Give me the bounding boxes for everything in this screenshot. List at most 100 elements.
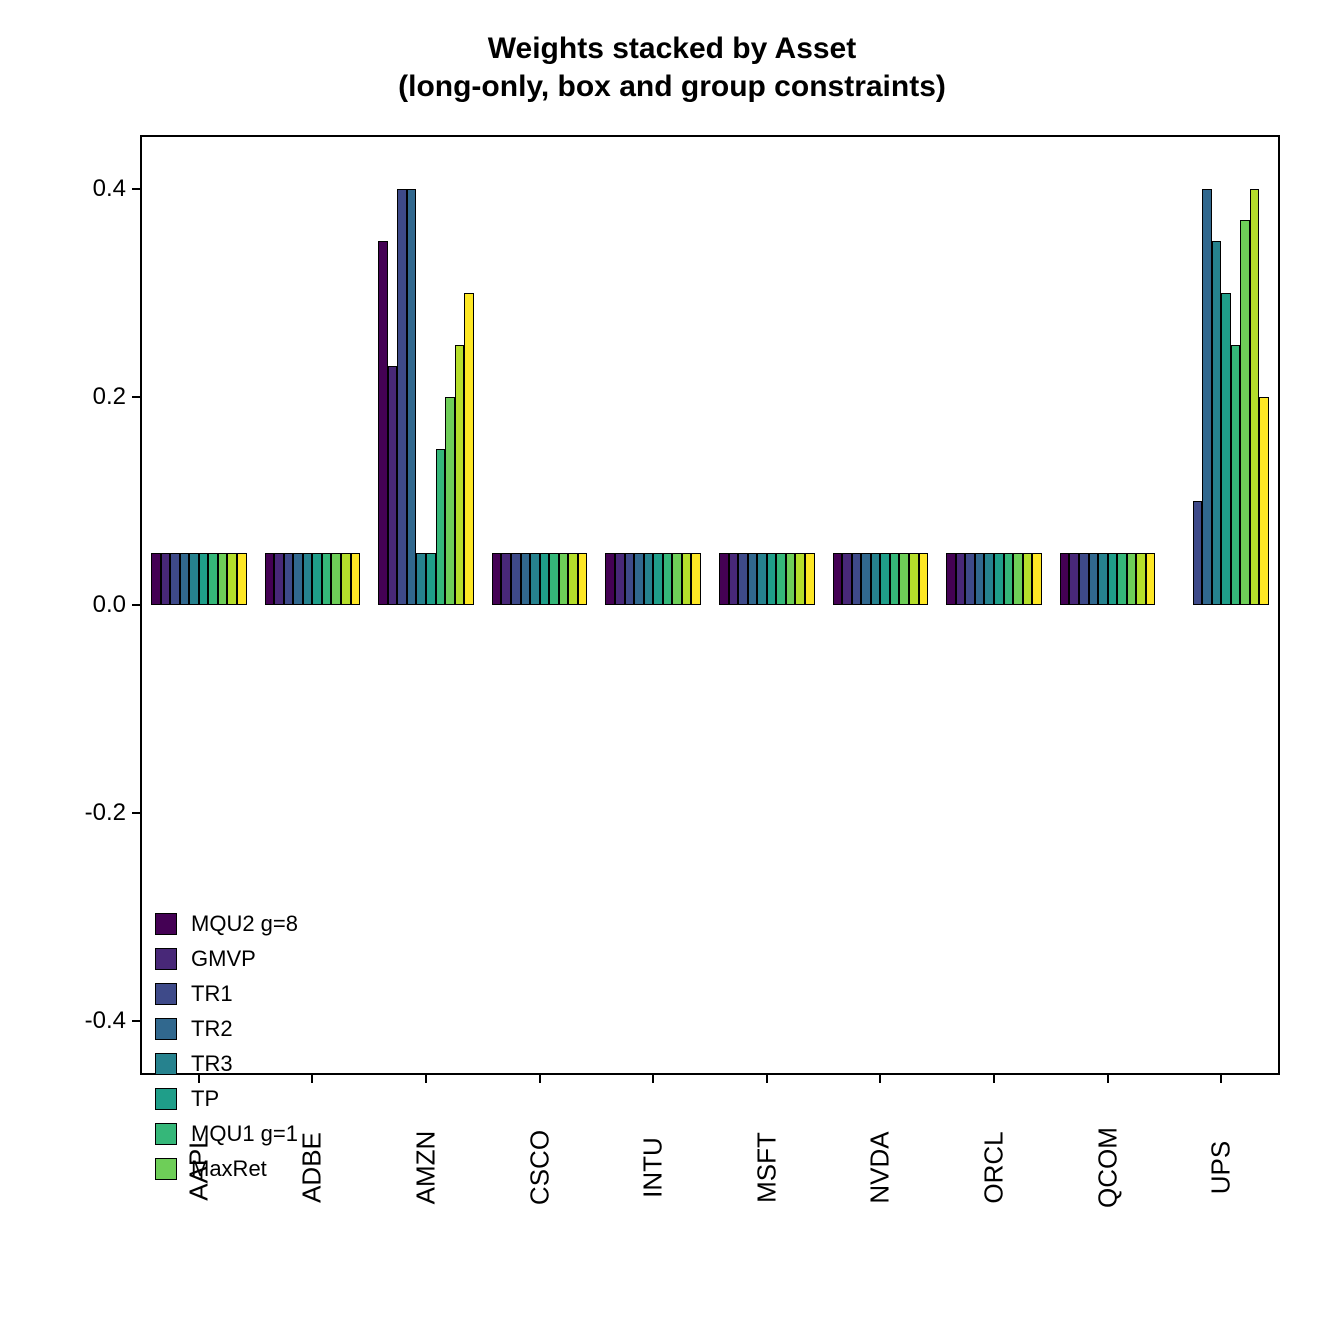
bar bbox=[691, 553, 701, 605]
bar bbox=[1098, 553, 1108, 605]
bar bbox=[331, 553, 341, 605]
legend-label: MQU2 g=8 bbox=[191, 911, 298, 937]
bar bbox=[540, 553, 550, 605]
bar bbox=[1146, 553, 1156, 605]
bar bbox=[1060, 553, 1070, 605]
bar bbox=[738, 553, 748, 605]
bar bbox=[284, 553, 294, 605]
bar bbox=[672, 553, 682, 605]
x-tick bbox=[879, 1073, 881, 1083]
bar bbox=[880, 553, 890, 605]
legend-item: MQU1 g=1 bbox=[155, 1119, 298, 1149]
bar bbox=[682, 553, 692, 605]
bar bbox=[1259, 397, 1269, 605]
bar bbox=[615, 553, 625, 605]
bar bbox=[578, 553, 588, 605]
legend-item: TR1 bbox=[155, 979, 298, 1009]
bar bbox=[436, 449, 446, 605]
legend-swatch bbox=[155, 983, 177, 1005]
bar bbox=[786, 553, 796, 605]
x-tick bbox=[993, 1073, 995, 1083]
bar bbox=[919, 553, 929, 605]
bar bbox=[1023, 553, 1033, 605]
x-tick-label: NVDA bbox=[865, 1131, 896, 1203]
bar bbox=[511, 553, 521, 605]
legend-swatch bbox=[155, 1053, 177, 1075]
y-tick bbox=[132, 396, 142, 398]
bar bbox=[861, 553, 871, 605]
bar bbox=[1221, 293, 1231, 605]
bar bbox=[653, 553, 663, 605]
bar bbox=[208, 553, 218, 605]
bar bbox=[1231, 345, 1241, 605]
bar bbox=[237, 553, 247, 605]
legend-swatch bbox=[155, 1018, 177, 1040]
legend-swatch bbox=[155, 948, 177, 970]
x-tick-label: QCOM bbox=[1092, 1127, 1123, 1208]
bar bbox=[445, 397, 455, 605]
bar bbox=[303, 553, 313, 605]
bar bbox=[634, 553, 644, 605]
bar bbox=[199, 553, 209, 605]
bar bbox=[568, 553, 578, 605]
bar bbox=[464, 293, 474, 605]
bar bbox=[871, 553, 881, 605]
bar bbox=[719, 553, 729, 605]
x-tick bbox=[539, 1073, 541, 1083]
bar bbox=[805, 553, 815, 605]
bar bbox=[890, 553, 900, 605]
bar bbox=[397, 189, 407, 605]
bar bbox=[170, 553, 180, 605]
bar bbox=[388, 366, 398, 605]
bar bbox=[1108, 553, 1118, 605]
bar bbox=[341, 553, 351, 605]
bar bbox=[748, 553, 758, 605]
bar bbox=[227, 553, 237, 605]
x-tick-label: AMZN bbox=[411, 1131, 442, 1205]
y-tick-label: -0.2 bbox=[82, 799, 126, 827]
bar bbox=[984, 553, 994, 605]
bar bbox=[530, 553, 540, 605]
plot-area: -0.4-0.20.00.20.4AAPLADBEAMZNCSCOINTUMSF… bbox=[140, 135, 1280, 1075]
y-tick bbox=[132, 604, 142, 606]
x-tick-label: CSCO bbox=[524, 1130, 555, 1205]
bar bbox=[663, 553, 673, 605]
y-tick bbox=[132, 188, 142, 190]
legend-label: TR1 bbox=[191, 981, 233, 1007]
legend-item: TR2 bbox=[155, 1014, 298, 1044]
bar bbox=[521, 553, 531, 605]
bar bbox=[189, 553, 199, 605]
bar bbox=[729, 553, 739, 605]
bar bbox=[956, 553, 966, 605]
y-tick-label: -0.4 bbox=[82, 1007, 126, 1035]
bar bbox=[909, 553, 919, 605]
bar bbox=[1089, 553, 1099, 605]
bar bbox=[1117, 553, 1127, 605]
y-tick bbox=[132, 812, 142, 814]
bar bbox=[312, 553, 322, 605]
x-tick bbox=[1107, 1073, 1109, 1083]
bar bbox=[492, 553, 502, 605]
legend-label: GMVP bbox=[191, 946, 256, 972]
bar bbox=[605, 553, 615, 605]
legend-item: TR3 bbox=[155, 1049, 298, 1079]
legend-swatch bbox=[155, 1088, 177, 1110]
bar bbox=[1004, 553, 1014, 605]
bar bbox=[407, 189, 417, 605]
bar bbox=[1250, 189, 1260, 605]
bar bbox=[549, 553, 559, 605]
x-tick-label: INTU bbox=[638, 1137, 669, 1198]
legend-label: TR2 bbox=[191, 1016, 233, 1042]
x-tick-label: UPS bbox=[1206, 1141, 1237, 1194]
chart-title-text: Weights stacked by Asset(long-only, box … bbox=[398, 32, 946, 103]
bar bbox=[501, 553, 511, 605]
legend-swatch bbox=[155, 913, 177, 935]
bar bbox=[757, 553, 767, 605]
bar bbox=[795, 553, 805, 605]
x-tick bbox=[425, 1073, 427, 1083]
x-tick bbox=[311, 1073, 313, 1083]
bar bbox=[455, 345, 465, 605]
bar bbox=[218, 553, 228, 605]
y-tick-label: 0.4 bbox=[82, 175, 126, 203]
bar bbox=[946, 553, 956, 605]
